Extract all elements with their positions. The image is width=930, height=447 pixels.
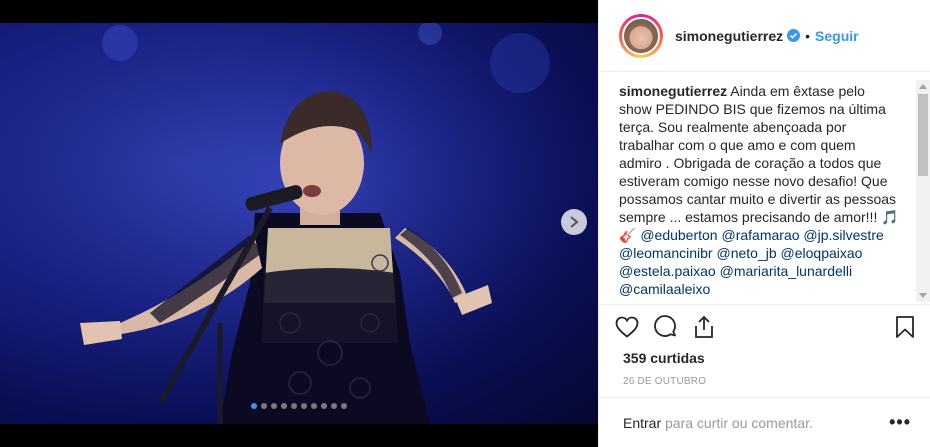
caption-mentions: @eduberton @rafamarao @jp.silvestre @leo… — [619, 227, 884, 297]
bookmark-icon[interactable] — [895, 315, 915, 339]
carousel-dot — [291, 403, 297, 409]
carousel-dot — [281, 403, 287, 409]
mention-link[interactable]: @jp.silvestre — [803, 227, 883, 243]
mention-link[interactable]: @camilaaleixo — [619, 281, 710, 297]
more-options-button[interactable]: ••• — [889, 412, 911, 433]
carousel-indicator — [0, 403, 598, 409]
heart-icon[interactable] — [615, 316, 639, 338]
carousel-dot — [271, 403, 277, 409]
mention-link[interactable]: @leomancinibr — [619, 245, 713, 261]
login-link[interactable]: Entrar — [623, 415, 661, 431]
mention-link[interactable]: @neto_jb — [716, 245, 776, 261]
separator-dot: • — [805, 27, 811, 44]
mention-link[interactable]: @rafamarao — [722, 227, 800, 243]
chevron-right-icon — [570, 216, 579, 228]
post-header: simonegutierrez • Seguir — [599, 0, 930, 72]
scroll-up-arrow-icon[interactable] — [919, 84, 927, 89]
mention-link[interactable]: @estela.paixao — [619, 263, 716, 279]
follow-button[interactable]: Seguir — [815, 28, 859, 44]
mention-link[interactable]: @eduberton — [640, 227, 717, 243]
verified-badge-icon — [787, 29, 801, 42]
post-date[interactable]: 26 DE OUTUBRO — [615, 376, 915, 387]
post-media — [0, 0, 598, 447]
mention-link[interactable]: @mariarita_lunardelli — [720, 263, 853, 279]
carousel-dot — [261, 403, 267, 409]
login-prompt-text: para curtir ou comentar. — [661, 414, 813, 431]
scroll-down-arrow-icon[interactable] — [919, 293, 927, 298]
post-details-panel: simonegutierrez • Seguir simonegutierrez… — [598, 0, 930, 447]
share-icon[interactable] — [693, 315, 715, 339]
carousel-dot — [331, 403, 337, 409]
caption: simonegutierrez Ainda em êxtase pelo sho… — [619, 82, 899, 302]
carousel-dot — [341, 403, 347, 409]
carousel-next-button[interactable] — [561, 209, 587, 235]
carousel-dot — [321, 403, 327, 409]
avatar-story-ring[interactable] — [619, 13, 663, 58]
likes-count[interactable]: 359 curtidas — [615, 350, 915, 366]
caption-username[interactable]: simonegutierrez — [619, 83, 727, 99]
performer-illustration — [0, 23, 598, 424]
caption-scrollbar[interactable] — [916, 80, 930, 302]
comment-footer: Entrar para curtir ou comentar. ••• — [599, 397, 930, 447]
mention-link[interactable]: @eloqpaixao — [781, 245, 863, 261]
username-link[interactable]: simonegutierrez — [675, 28, 783, 44]
action-icons-row — [615, 305, 915, 349]
carousel-dot — [301, 403, 307, 409]
scroll-thumb[interactable] — [918, 94, 928, 176]
post-actions: 359 curtidas 26 DE OUTUBRO — [599, 304, 930, 387]
caption-text: Ainda em êxtase pelo show PEDINDO BIS qu… — [619, 83, 899, 243]
carousel-dot — [251, 403, 257, 409]
post-photo[interactable] — [0, 23, 598, 424]
avatar[interactable] — [622, 16, 660, 55]
carousel-dot — [311, 403, 317, 409]
comment-icon[interactable] — [654, 315, 678, 339]
